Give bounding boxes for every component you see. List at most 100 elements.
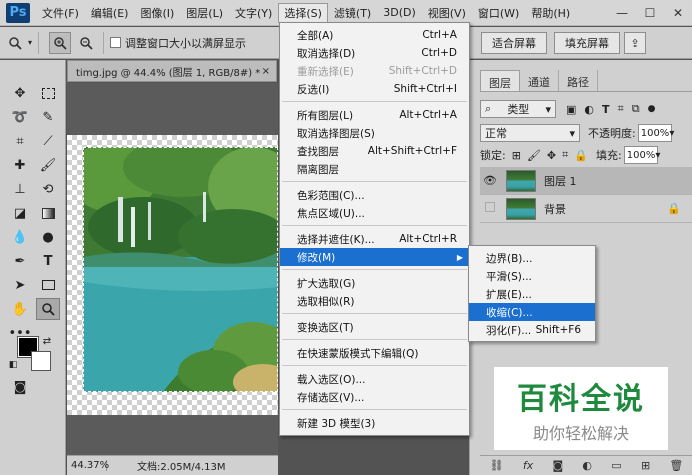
- filter-adjustment-icon[interactable]: ◐: [584, 103, 594, 116]
- lock-image-icon[interactable]: 🖌: [527, 149, 541, 162]
- menu-item-deselect[interactable]: 取消选择(D) Ctrl+D: [280, 44, 469, 62]
- menu-help[interactable]: 帮助(H): [525, 3, 576, 23]
- rectangle-tool-icon[interactable]: [36, 274, 60, 296]
- menu-edit[interactable]: 编辑(E): [85, 3, 135, 23]
- menu-3d[interactable]: 3D(D): [377, 4, 422, 21]
- menu-item-similar[interactable]: 选取相似(R): [280, 292, 469, 310]
- blur-tool-icon[interactable]: 💧: [8, 226, 32, 248]
- layer-row[interactable]: 背景 🔒: [480, 195, 692, 223]
- maximize-button[interactable]: ☐: [636, 0, 664, 26]
- type-tool-icon[interactable]: T: [36, 250, 60, 272]
- submenu-item-border[interactable]: 边界(B)...: [469, 249, 595, 267]
- filter-pixel-icon[interactable]: ▣: [566, 103, 576, 116]
- marquee-tool-icon[interactable]: [36, 82, 60, 104]
- eyedropper-tool-icon[interactable]: ⟋: [36, 130, 60, 152]
- menu-item-isolate-layers[interactable]: 隔离图层: [280, 160, 469, 178]
- zoom-level[interactable]: 44.37%: [67, 460, 109, 471]
- crop-tool-icon[interactable]: ⌗: [8, 130, 32, 152]
- pen-tool-icon[interactable]: ✒: [8, 250, 32, 272]
- filter-type-icon[interactable]: T: [602, 103, 610, 116]
- lock-transparent-icon[interactable]: ⊞: [512, 149, 521, 162]
- filter-shape-icon[interactable]: ⌗: [618, 102, 624, 116]
- menu-item-quick-mask[interactable]: 在快速蒙版模式下编辑(Q): [280, 344, 469, 362]
- lock-all-icon[interactable]: 🔒: [574, 149, 588, 162]
- eye-icon[interactable]: 👁: [480, 174, 500, 187]
- menu-item-select-all[interactable]: 全部(A) Ctrl+A: [280, 26, 469, 44]
- menu-view[interactable]: 视图(V): [422, 3, 472, 23]
- submenu-item-contract[interactable]: 收缩(C)...: [469, 303, 595, 321]
- hand-tool-icon[interactable]: ✋: [8, 298, 32, 320]
- layer-filter-select[interactable]: ⌕ 类型 ▾: [480, 100, 556, 118]
- menu-item-deselect-layers[interactable]: 取消选择图层(S): [280, 124, 469, 142]
- healing-brush-tool-icon[interactable]: ✚: [8, 154, 32, 176]
- link-icon[interactable]: ⛓: [490, 459, 504, 472]
- zoom-tool-icon[interactable]: [36, 298, 60, 320]
- group-icon[interactable]: ▭: [611, 459, 621, 472]
- submenu-item-expand[interactable]: 扩展(E)...: [469, 285, 595, 303]
- menu-item-load-selection[interactable]: 载入选区(O)...: [280, 370, 469, 388]
- move-tool-icon[interactable]: ✥: [8, 82, 32, 104]
- lasso-tool-icon[interactable]: ➰: [8, 106, 32, 128]
- menu-window[interactable]: 窗口(W): [472, 3, 525, 23]
- gradient-tool-icon[interactable]: [36, 202, 60, 224]
- mask-icon[interactable]: ◙: [552, 459, 563, 472]
- menu-item-focus-area[interactable]: 焦点区域(U)...: [280, 204, 469, 222]
- document-tab[interactable]: timg.jpg @ 44.4% (图层 1, RGB/8#) * ×: [67, 60, 277, 82]
- share-icon[interactable]: ⇪: [624, 32, 646, 54]
- menu-file[interactable]: 文件(F): [36, 3, 85, 23]
- path-selection-tool-icon[interactable]: ➤: [8, 274, 32, 296]
- canvas-area[interactable]: [67, 83, 278, 455]
- zoom-tool-preset-icon[interactable]: [4, 32, 26, 54]
- resize-window-checkbox[interactable]: [110, 37, 122, 48]
- menu-item-find-layers[interactable]: 查找图层 Alt+Shift+Ctrl+F: [280, 142, 469, 160]
- menu-item-modify[interactable]: 修改(M) ▶: [280, 248, 469, 266]
- menu-item-grow[interactable]: 扩大选取(G): [280, 274, 469, 292]
- close-tab-icon[interactable]: ×: [262, 66, 270, 77]
- history-brush-tool-icon[interactable]: ⟲: [36, 178, 60, 200]
- chevron-down-icon[interactable]: ▾: [28, 38, 32, 47]
- minimize-button[interactable]: —: [608, 0, 636, 26]
- menu-item-all-layers[interactable]: 所有图层(L) Alt+Ctrl+A: [280, 106, 469, 124]
- swap-colors-icon[interactable]: ⇄: [40, 334, 54, 348]
- fit-screen-button[interactable]: 适合屏幕: [481, 32, 547, 54]
- dodge-tool-icon[interactable]: ●: [36, 226, 60, 248]
- menu-item-select-and-mask[interactable]: 选择并遮住(K)... Alt+Ctrl+R: [280, 230, 469, 248]
- fx-icon[interactable]: fx: [523, 459, 533, 472]
- tab-paths[interactable]: 路径: [559, 70, 598, 91]
- zoom-out-icon[interactable]: [75, 32, 97, 54]
- menu-item-new-3d-model[interactable]: 新建 3D 模型(3): [280, 414, 469, 432]
- quick-mask-icon[interactable]: ◙: [8, 376, 32, 398]
- tab-channels[interactable]: 通道: [520, 70, 559, 91]
- visibility-toggle-icon[interactable]: [480, 202, 500, 215]
- zoom-in-icon[interactable]: [49, 31, 72, 54]
- lock-artboard-icon[interactable]: ⌗: [562, 148, 568, 162]
- submenu-item-smooth[interactable]: 平滑(S)...: [469, 267, 595, 285]
- background-color-swatch[interactable]: [31, 351, 51, 371]
- menu-type[interactable]: 文字(Y): [229, 3, 278, 23]
- filter-smart-object-icon[interactable]: ⧉: [632, 102, 640, 116]
- opacity-field[interactable]: 100% ▾: [637, 124, 674, 142]
- menu-layer[interactable]: 图层(L): [180, 3, 229, 23]
- eraser-tool-icon[interactable]: ◪: [8, 202, 32, 224]
- fill-field[interactable]: 100% ▾: [623, 146, 660, 164]
- quick-select-tool-icon[interactable]: ✎: [36, 106, 60, 128]
- menu-item-inverse[interactable]: 反选(I) Shift+Ctrl+I: [280, 80, 469, 98]
- adjustment-icon[interactable]: ◐: [582, 459, 592, 472]
- clone-stamp-tool-icon[interactable]: ⊥: [8, 178, 32, 200]
- submenu-item-feather[interactable]: 羽化(F)... Shift+F6: [469, 321, 595, 339]
- fill-screen-button[interactable]: 填充屏幕: [554, 32, 620, 54]
- menu-filter[interactable]: 滤镜(T): [328, 3, 377, 23]
- filter-toggle-icon[interactable]: ●: [648, 104, 656, 114]
- new-layer-icon[interactable]: ⊞: [641, 459, 650, 472]
- trash-icon[interactable]: 🗑: [669, 459, 683, 472]
- default-colors-icon[interactable]: ◧: [6, 358, 20, 372]
- close-button[interactable]: ✕: [664, 0, 692, 26]
- tab-layers[interactable]: 图层: [480, 70, 520, 91]
- menu-item-transform-selection[interactable]: 变换选区(T): [280, 318, 469, 336]
- menu-item-save-selection[interactable]: 存储选区(V)...: [280, 388, 469, 406]
- blend-mode-select[interactable]: 正常 ▾: [480, 124, 580, 142]
- menu-select[interactable]: 选择(S): [278, 2, 328, 23]
- brush-tool-icon[interactable]: 🖌: [36, 154, 60, 176]
- layer-row[interactable]: 👁 图层 1: [480, 167, 692, 195]
- menu-image[interactable]: 图像(I): [134, 3, 180, 23]
